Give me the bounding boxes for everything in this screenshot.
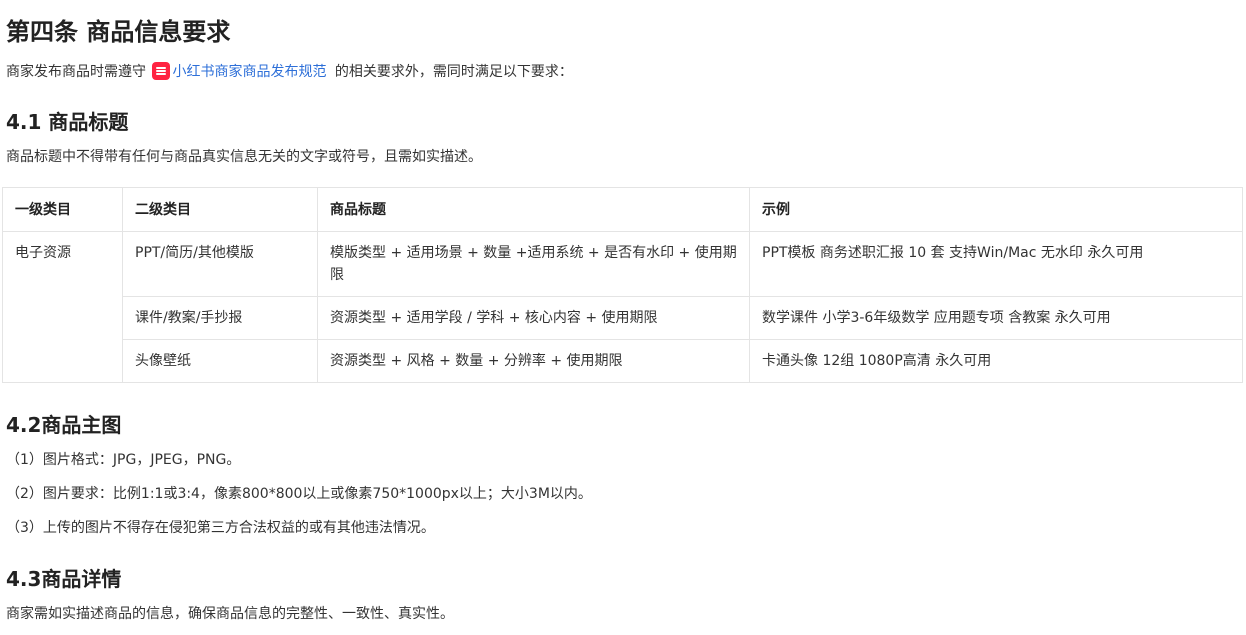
title-rule-cell: 资源类型 + 适用学段 / 学科 + 核心内容 + 使用期限 [317, 296, 750, 340]
level2-category-cell: PPT/简历/其他模版 [122, 231, 318, 297]
table-row: 课件/教案/手抄报 资源类型 + 适用学段 / 学科 + 核心内容 + 使用期限… [3, 296, 1243, 340]
image-rule-item: （1）图片格式：JPG，JPEG，PNG。 [6, 452, 241, 468]
table-header-cell: 二级类目 [122, 187, 318, 232]
table-header-cell: 一级类目 [2, 187, 123, 232]
title-rule-cell: 资源类型 + 风格 + 数量 + 分辨率 + 使用期限 [317, 339, 750, 383]
table-header-cell: 示例 [749, 187, 1243, 232]
article-title: 第四条 商品信息要求 [6, 18, 231, 46]
xiaohongshu-logo-icon [152, 62, 171, 80]
publish-rules-link[interactable]: 小红书商家商品发布规范 [152, 62, 330, 80]
section-4-3-description: 商家需如实描述商品的信息，确保商品信息的完整性、一致性、真实性。 [6, 606, 454, 622]
title-rules-table: 一级类目 二级类目 商品标题 示例 电子资源 PPT/简历/其他模版 模版类型 … [2, 187, 1243, 383]
section-4-1-description: 商品标题中不得带有任何与商品真实信息无关的文字或符号，且需如实描述。 [6, 149, 482, 165]
section-heading-4-1: 4.1 商品标题 [6, 110, 129, 134]
title-rule-cell: 模版类型 + 适用场景 + 数量 +适用系统 + 是否有水印 + 使用期限 [317, 231, 750, 297]
table-row: 头像壁纸 资源类型 + 风格 + 数量 + 分辨率 + 使用期限 卡通头像 12… [3, 339, 1243, 383]
image-rule-item: （2）图片要求：比例1:1或3:4，像素800*800以上或像素750*1000… [6, 486, 592, 502]
section-heading-4-2: 4.2商品主图 [6, 413, 122, 437]
example-cell: 卡通头像 12组 1080P高清 永久可用 [749, 339, 1243, 383]
table-row: 电子资源 PPT/简历/其他模版 模版类型 + 适用场景 + 数量 +适用系统 … [2, 231, 1243, 383]
publish-rules-link-text: 小红书商家商品发布规范 [172, 64, 327, 80]
section-heading-4-3: 4.3商品详情 [6, 567, 122, 591]
example-cell: PPT模板 商务述职汇报 10 套 支持Win/Mac 无水印 永久可用 [749, 231, 1243, 297]
intro-text-after: 的相关要求外，需同时满足以下要求： [334, 64, 573, 80]
table-header-cell: 商品标题 [317, 187, 750, 232]
intro-text-before: 商家发布商品时需遵守 [6, 64, 146, 80]
level2-category-cell: 头像壁纸 [122, 339, 318, 383]
example-cell: 数学课件 小学3-6年级数学 应用题专项 含教案 永久可用 [749, 296, 1243, 340]
table-header-row: 一级类目 二级类目 商品标题 示例 [2, 187, 1243, 232]
intro-paragraph: 商家发布商品时需遵守 小红书商家商品发布规范 的相关要求外，需同时满足以下要求： [6, 60, 573, 84]
level1-category-cell: 电子资源 [2, 231, 123, 383]
level2-category-cell: 课件/教案/手抄报 [122, 296, 318, 340]
image-rule-item: （3）上传的图片不得存在侵犯第三方合法权益的或有其他违法情况。 [6, 520, 435, 536]
